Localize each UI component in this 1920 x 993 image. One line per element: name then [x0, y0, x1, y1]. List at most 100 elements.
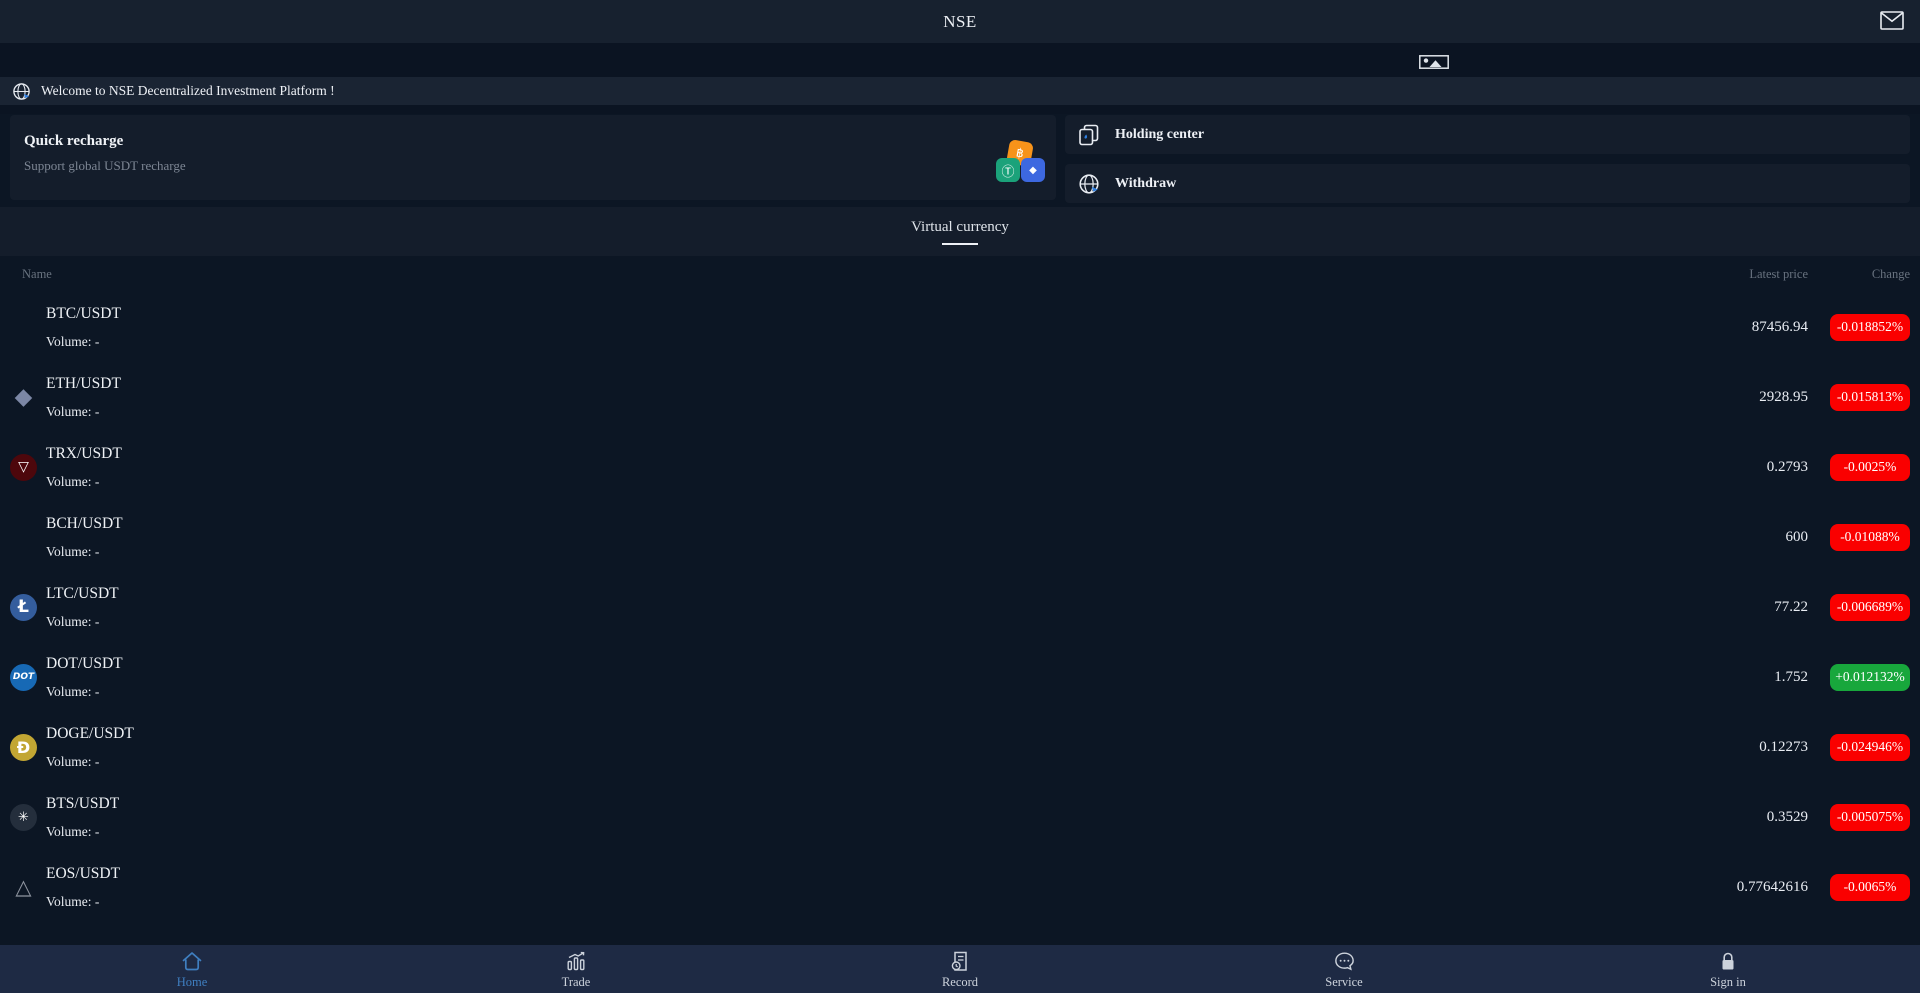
quick-recharge-title: Quick recharge [24, 133, 1056, 150]
tether-icon: Ⓣ [996, 158, 1020, 182]
image-placeholder-icon [1419, 55, 1449, 69]
change-badge: -0.005075% [1830, 804, 1910, 831]
pair-volume: Volume: - [46, 614, 1568, 630]
eos-icon: △ [10, 874, 37, 901]
nav-label-signin: Sign in [1710, 975, 1746, 990]
holding-center-button[interactable]: Holding center [1065, 115, 1910, 154]
pair-volume: Volume: - [46, 404, 1568, 420]
withdraw-globe-icon [1078, 173, 1100, 195]
dot-icon: DOT [10, 664, 37, 691]
tab-virtual-currency[interactable]: Virtual currency [911, 219, 1009, 245]
bottom-nav: Home Trade Record [0, 945, 1920, 993]
table-row-dot[interactable]: DOT DOT/USDT Volume: - 1.752 +0.012132% [0, 642, 1920, 712]
pair-volume: Volume: - [46, 894, 1568, 910]
nav-item-trade[interactable]: Trade [384, 945, 768, 993]
ltc-icon: Ł [10, 594, 37, 621]
table-row-eos[interactable]: △ EOS/USDT Volume: - 0.77642616 -0.0065% [0, 852, 1920, 922]
column-latest-price: Latest price [1568, 267, 1808, 282]
quick-recharge-subtitle: Support global USDT recharge [24, 158, 1056, 174]
service-chat-icon [1333, 951, 1356, 972]
announcement-text: Welcome to NSE Decentralized Investment … [41, 83, 335, 99]
doge-icon: Ð [10, 734, 37, 761]
change-badge: -0.015813% [1830, 384, 1910, 411]
nav-item-signin[interactable]: Sign in [1536, 945, 1920, 993]
table-header: Name Latest price Change [0, 256, 1920, 292]
change-badge: -0.0065% [1830, 874, 1910, 901]
trx-icon: ▽ [10, 454, 37, 481]
pair-name: LTC/USDT [46, 585, 1568, 603]
latest-price: 0.2793 [1568, 459, 1808, 476]
bts-icon: ✳ [10, 804, 37, 831]
latest-price: 1.752 [1568, 669, 1808, 686]
latest-price: 2928.95 [1568, 389, 1808, 406]
lock-icon [1718, 951, 1738, 972]
table-row-ltc[interactable]: Ł LTC/USDT Volume: - 77.22 -0.006689% [0, 572, 1920, 642]
latest-price: 0.77642616 [1568, 879, 1808, 896]
table-row-trx[interactable]: ▽ TRX/USDT Volume: - 0.2793 -0.0025% [0, 432, 1920, 502]
eth-icon: ◆ [10, 384, 37, 411]
latest-price: 0.3529 [1568, 809, 1808, 826]
pair-volume: Volume: - [46, 754, 1568, 770]
pair-name: DOT/USDT [46, 655, 1568, 673]
pair-name: EOS/USDT [46, 865, 1568, 883]
pair-name: BTS/USDT [46, 795, 1568, 813]
market-table: BTC/USDT Volume: - 87456.94 -0.018852% ◆… [0, 292, 1920, 922]
holding-center-label: Holding center [1115, 127, 1204, 143]
home-icon [180, 951, 204, 972]
column-change: Change [1830, 267, 1910, 282]
change-badge: -0.01088% [1830, 524, 1910, 551]
tab-active-underline [942, 243, 978, 245]
quick-recharge-card[interactable]: Quick recharge Support global USDT recha… [10, 115, 1056, 200]
crypto-cluster: ฿ Ⓣ ◆ [996, 141, 1046, 185]
btc-icon [10, 314, 37, 341]
pair-volume: Volume: - [46, 684, 1568, 700]
table-row-doge[interactable]: Ð DOGE/USDT Volume: - 0.12273 -0.024946% [0, 712, 1920, 782]
latest-price: 600 [1568, 529, 1808, 546]
change-badge: -0.0025% [1830, 454, 1910, 481]
pair-name: TRX/USDT [46, 445, 1568, 463]
table-row-bts[interactable]: ✳ BTS/USDT Volume: - 0.3529 -0.005075% [0, 782, 1920, 852]
nav-item-home[interactable]: Home [0, 945, 384, 993]
nav-label-service: Service [1325, 975, 1362, 990]
quick-actions: Holding center Withdraw [1065, 115, 1910, 203]
page-title: NSE [943, 12, 977, 32]
column-name: Name [22, 267, 1568, 282]
pair-volume: Volume: - [46, 544, 1568, 560]
change-badge: -0.024946% [1830, 734, 1910, 761]
change-badge: +0.012132% [1830, 664, 1910, 691]
pair-name: BTC/USDT [46, 305, 1568, 323]
market-tab-band: Virtual currency [0, 207, 1920, 256]
nav-item-record[interactable]: Record [768, 945, 1152, 993]
table-row-eth[interactable]: ◆ ETH/USDT Volume: - 2928.95 -0.015813% [0, 362, 1920, 432]
nav-label-trade: Trade [562, 975, 591, 990]
pair-name: ETH/USDT [46, 375, 1568, 393]
withdraw-label: Withdraw [1115, 176, 1176, 192]
change-badge: -0.018852% [1830, 314, 1910, 341]
pair-name: BCH/USDT [46, 515, 1568, 533]
change-badge: -0.006689% [1830, 594, 1910, 621]
latest-price: 77.22 [1568, 599, 1808, 616]
tab-virtual-currency-label: Virtual currency [911, 219, 1009, 236]
pair-volume: Volume: - [46, 824, 1568, 840]
nav-label-home: Home [177, 975, 208, 990]
announcement-bar: Welcome to NSE Decentralized Investment … [0, 77, 1920, 105]
pair-volume: Volume: - [46, 474, 1568, 490]
ethereum-icon: ◆ [1021, 158, 1045, 182]
table-row-bch[interactable]: BCH/USDT Volume: - 600 -0.01088% [0, 502, 1920, 572]
trade-chart-icon [564, 951, 588, 972]
mail-icon[interactable] [1880, 11, 1904, 30]
globe-icon [12, 82, 31, 101]
nav-item-service[interactable]: Service [1152, 945, 1536, 993]
record-document-icon [949, 951, 971, 972]
banner-strip [0, 43, 1920, 77]
latest-price: 87456.94 [1568, 319, 1808, 336]
bch-icon [10, 524, 37, 551]
nav-label-record: Record [942, 975, 978, 990]
pair-volume: Volume: - [46, 334, 1568, 350]
withdraw-button[interactable]: Withdraw [1065, 164, 1910, 203]
spacer [0, 105, 1920, 114]
pair-name: DOGE/USDT [46, 725, 1568, 743]
table-row-btc[interactable]: BTC/USDT Volume: - 87456.94 -0.018852% [0, 292, 1920, 362]
cards-row: Quick recharge Support global USDT recha… [0, 114, 1920, 203]
app-header: NSE [0, 0, 1920, 43]
